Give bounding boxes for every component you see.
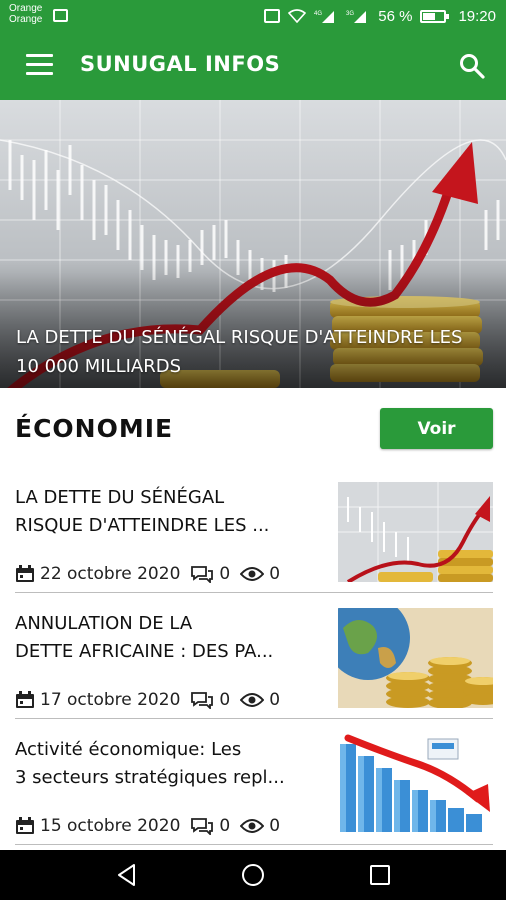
article-views: 0 bbox=[269, 816, 281, 836]
article-divider bbox=[15, 844, 493, 845]
article-title: Activité économique: Les 3 secteurs stra… bbox=[15, 739, 285, 788]
wifi-icon bbox=[288, 9, 307, 23]
article-item[interactable]: ANNULATION DE LA DETTE AFRICAINE : DES P… bbox=[0, 608, 506, 736]
calendar-icon bbox=[16, 691, 34, 708]
battery-icon bbox=[420, 9, 450, 23]
back-triangle-icon[interactable] bbox=[114, 862, 140, 888]
article-meta: 17 octobre 2020 0 0 bbox=[15, 689, 280, 711]
article-meta: 15 octobre 2020 0 0 bbox=[15, 815, 280, 837]
svg-text:4G: 4G bbox=[314, 11, 322, 17]
voir-button[interactable]: Voir bbox=[380, 408, 493, 449]
article-views: 0 bbox=[269, 690, 281, 710]
svg-text:3G: 3G bbox=[346, 11, 354, 17]
article-divider bbox=[15, 592, 493, 593]
views-eye-icon bbox=[240, 567, 265, 581]
calendar-icon bbox=[16, 817, 34, 834]
app-bar: SUNUGAL INFOS bbox=[0, 32, 506, 100]
article-thumbnail bbox=[338, 482, 493, 582]
article-meta: 22 octobre 2020 0 0 bbox=[15, 563, 280, 585]
views-eye-icon bbox=[240, 819, 265, 833]
article-item[interactable]: LA DETTE DU SÉNÉGAL RISQUE D'ATTEINDRE L… bbox=[0, 482, 506, 610]
recents-square-icon[interactable] bbox=[367, 862, 393, 888]
signal-icon: 4G bbox=[314, 11, 335, 23]
article-comments: 0 bbox=[219, 690, 231, 710]
battery-percent: 56 % bbox=[378, 7, 413, 25]
app-title: SUNUGAL INFOS bbox=[80, 52, 281, 76]
vibrate-icon bbox=[264, 9, 281, 23]
featured-article-title: LA DETTE DU SÉNÉGAL RISQUE D'ATTEINDRE L… bbox=[16, 327, 463, 377]
clock: 19:20 bbox=[458, 7, 496, 25]
signal-icon-2: 3G bbox=[346, 11, 367, 23]
hamburger-menu-icon[interactable] bbox=[26, 54, 53, 76]
system-nav-bar bbox=[0, 850, 506, 900]
article-thumbnail bbox=[338, 608, 493, 708]
article-date: 22 octobre 2020 bbox=[40, 564, 181, 584]
article-comments: 0 bbox=[219, 816, 231, 836]
article-title: LA DETTE DU SÉNÉGAL RISQUE D'ATTEINDRE L… bbox=[15, 487, 270, 536]
search-icon[interactable] bbox=[458, 52, 486, 80]
status-bar: Orange Orange 4G 3G 56 % 19:20 bbox=[0, 0, 506, 32]
section-title: ÉCONOMIE bbox=[15, 414, 174, 443]
article-item[interactable]: Activité économique: Les 3 secteurs stra… bbox=[0, 734, 506, 862]
views-eye-icon bbox=[240, 693, 265, 707]
carrier-label: Orange Orange bbox=[9, 3, 43, 25]
calendar-icon bbox=[16, 565, 34, 582]
article-divider bbox=[15, 718, 493, 719]
article-date: 17 octobre 2020 bbox=[40, 690, 181, 710]
article-comments: 0 bbox=[219, 564, 231, 584]
comments-icon bbox=[191, 818, 214, 835]
article-thumbnail bbox=[338, 734, 493, 834]
image-notification-icon bbox=[53, 9, 68, 22]
comments-icon bbox=[191, 566, 214, 583]
article-views: 0 bbox=[269, 564, 281, 584]
comments-icon bbox=[191, 692, 214, 709]
article-date: 15 octobre 2020 bbox=[40, 816, 181, 836]
home-circle-icon[interactable] bbox=[240, 862, 266, 888]
featured-article[interactable]: LA DETTE DU SÉNÉGAL RISQUE D'ATTEINDRE L… bbox=[0, 100, 506, 388]
article-title: ANNULATION DE LA DETTE AFRICAINE : DES P… bbox=[15, 613, 274, 662]
